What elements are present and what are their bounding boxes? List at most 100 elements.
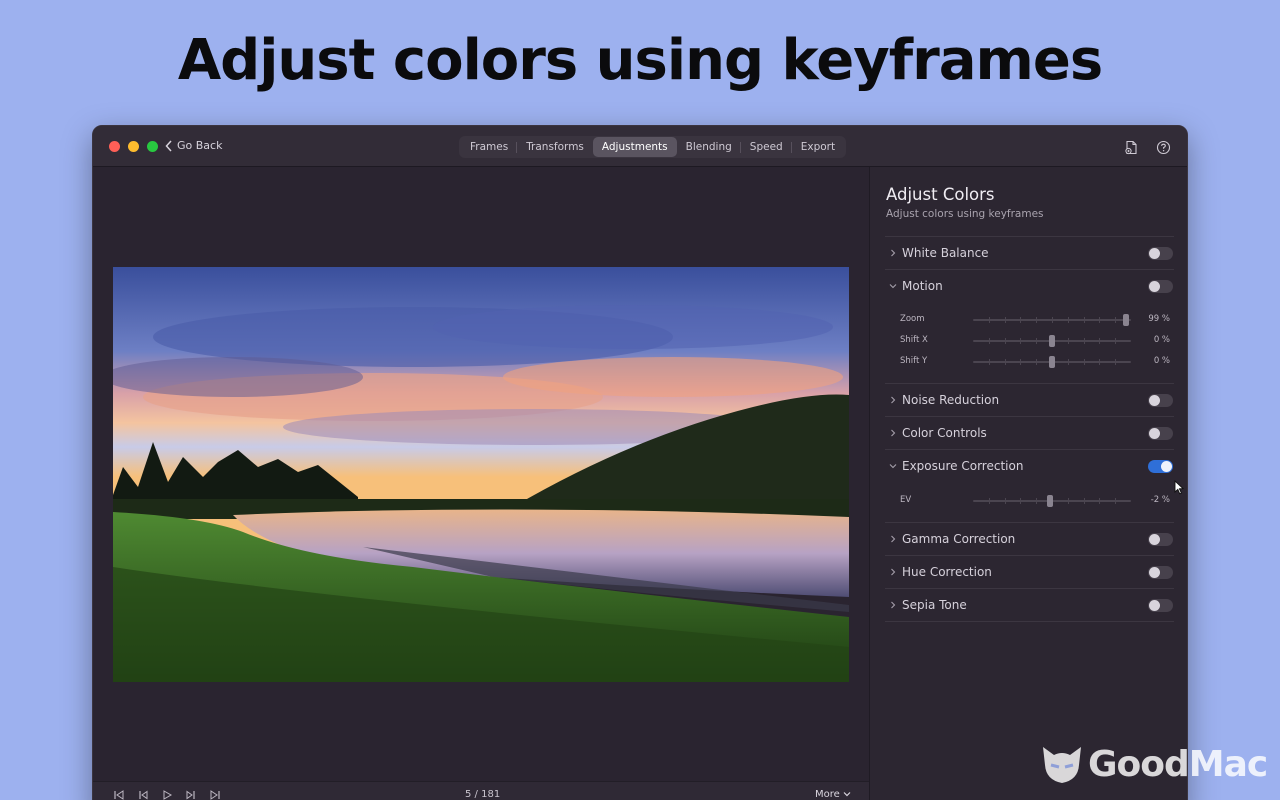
slider-tick [1115, 498, 1117, 504]
section-sepia-tone: Sepia Tone [885, 588, 1174, 622]
slider-label: Shift Y [900, 356, 928, 366]
noise-reduction-toggle[interactable] [1148, 394, 1173, 407]
ev-slider[interactable] [973, 495, 1131, 507]
color-controls-toggle[interactable] [1148, 427, 1173, 440]
shift-x-slider[interactable] [973, 335, 1131, 347]
zoom-slider-row: Zoom 99 % [900, 312, 1170, 328]
mouse-cursor-icon [1174, 480, 1184, 495]
playback-buttons [113, 789, 221, 800]
cat-logo-icon [1043, 746, 1081, 783]
toggle-knob [1149, 248, 1160, 259]
slider-tick [1052, 317, 1053, 323]
section-header[interactable]: Hue Correction [885, 556, 1174, 588]
section-label: Noise Reduction [902, 393, 1000, 407]
slider-tick [988, 317, 990, 323]
slider-tick [1083, 359, 1085, 365]
more-menu-button[interactable]: More [815, 789, 851, 800]
section-hue-correction: Hue Correction [885, 555, 1174, 588]
shift-x-slider-row: Shift X 0 % [900, 333, 1170, 349]
ev-slider-row: EV -2 % [900, 493, 1170, 509]
slider-thumb[interactable] [1049, 356, 1055, 368]
skip-to-end-icon[interactable] [209, 789, 221, 800]
slider-thumb[interactable] [1049, 335, 1055, 347]
step-forward-icon[interactable] [185, 789, 197, 800]
chevron-down-icon [885, 283, 901, 289]
section-label: Hue Correction [902, 565, 992, 579]
document-badge-icon[interactable] [1123, 139, 1139, 155]
section-noise-reduction: Noise Reduction [885, 383, 1174, 416]
gamma-correction-toggle[interactable] [1148, 533, 1173, 546]
section-label: Color Controls [902, 426, 987, 440]
tab-export[interactable]: Export [792, 137, 844, 157]
slider-tick [988, 338, 990, 344]
traffic-lights [109, 141, 158, 152]
shift-y-slider[interactable] [973, 356, 1131, 368]
close-window-button[interactable] [109, 141, 120, 152]
slider-tick [1099, 498, 1101, 504]
white-balance-toggle[interactable] [1148, 247, 1173, 260]
section-tabs: Frames Transforms Adjustments Blending S… [459, 136, 847, 158]
shift-y-slider-row: Shift Y 0 % [900, 354, 1170, 370]
tab-frames[interactable]: Frames [461, 137, 518, 157]
section-header[interactable]: Motion [885, 270, 1174, 302]
slider-thumb[interactable] [1047, 495, 1054, 507]
panel-subtitle: Adjust colors using keyframes [886, 208, 1044, 220]
section-header[interactable]: Sepia Tone [885, 589, 1174, 621]
slider-tick [1115, 317, 1117, 323]
section-header[interactable]: Color Controls [885, 417, 1174, 449]
motion-toggle[interactable] [1148, 280, 1173, 293]
help-icon[interactable] [1155, 139, 1171, 155]
slider-value: 0 % [1153, 335, 1170, 345]
sepia-tone-toggle[interactable] [1148, 599, 1173, 612]
go-back-label: Go Back [177, 139, 223, 152]
slider-tick [1083, 317, 1085, 323]
section-header[interactable]: Exposure Correction [885, 450, 1174, 482]
slider-tick [1115, 338, 1117, 344]
slider-tick [1099, 338, 1101, 344]
section-header[interactable]: White Balance [885, 237, 1174, 269]
skip-to-start-icon[interactable] [113, 789, 125, 800]
zoom-slider[interactable] [973, 314, 1131, 326]
exposure-correction-toggle[interactable] [1148, 460, 1173, 473]
slider-thumb[interactable] [1123, 314, 1130, 326]
slider-tick [1036, 317, 1038, 323]
slider-tick [1067, 317, 1069, 323]
toggle-knob [1149, 281, 1160, 292]
chevron-right-icon [885, 568, 901, 576]
toggle-knob [1149, 428, 1160, 439]
chevron-right-icon [885, 249, 901, 257]
section-motion: Motion Zoom 99 % Shift X 0 % Shift Y 0 % [885, 269, 1174, 383]
chevron-right-icon [885, 535, 901, 543]
slider-value: -2 % [1150, 495, 1170, 505]
section-header[interactable]: Gamma Correction [885, 523, 1174, 555]
zoom-window-button[interactable] [147, 141, 158, 152]
minimize-window-button[interactable] [128, 141, 139, 152]
app-window: Go Back Frames Transforms Adjustments Bl… [92, 125, 1188, 800]
tab-transforms[interactable]: Transforms [517, 137, 593, 157]
slider-tick [1115, 359, 1117, 365]
slider-tick [1036, 338, 1038, 344]
go-back-button[interactable]: Go Back [165, 139, 222, 152]
tab-blending[interactable]: Blending [677, 137, 741, 157]
play-icon[interactable] [161, 789, 173, 800]
slider-tick [1083, 498, 1085, 504]
step-back-icon[interactable] [137, 789, 149, 800]
chevron-right-icon [885, 429, 901, 437]
slider-value: 0 % [1153, 356, 1170, 366]
toggle-knob [1161, 461, 1172, 472]
slider-tick [1099, 359, 1101, 365]
tab-adjustments[interactable]: Adjustments [592, 137, 677, 157]
frame-counter: 5 / 181 [465, 789, 501, 800]
section-label: White Balance [902, 246, 989, 260]
slider-label: Zoom [900, 314, 925, 324]
section-label: Sepia Tone [902, 598, 967, 612]
section-header[interactable]: Noise Reduction [885, 384, 1174, 416]
goodmac-watermark: GoodMac [1040, 744, 1268, 785]
hue-correction-toggle[interactable] [1148, 566, 1173, 579]
toggle-knob [1149, 567, 1160, 578]
slider-tick [1004, 338, 1006, 344]
panel-title: Adjust Colors [886, 185, 995, 204]
section-exposure-correction: Exposure Correction EV -2 % [885, 449, 1174, 522]
slider-tick [1020, 498, 1022, 504]
tab-speed[interactable]: Speed [741, 137, 792, 157]
